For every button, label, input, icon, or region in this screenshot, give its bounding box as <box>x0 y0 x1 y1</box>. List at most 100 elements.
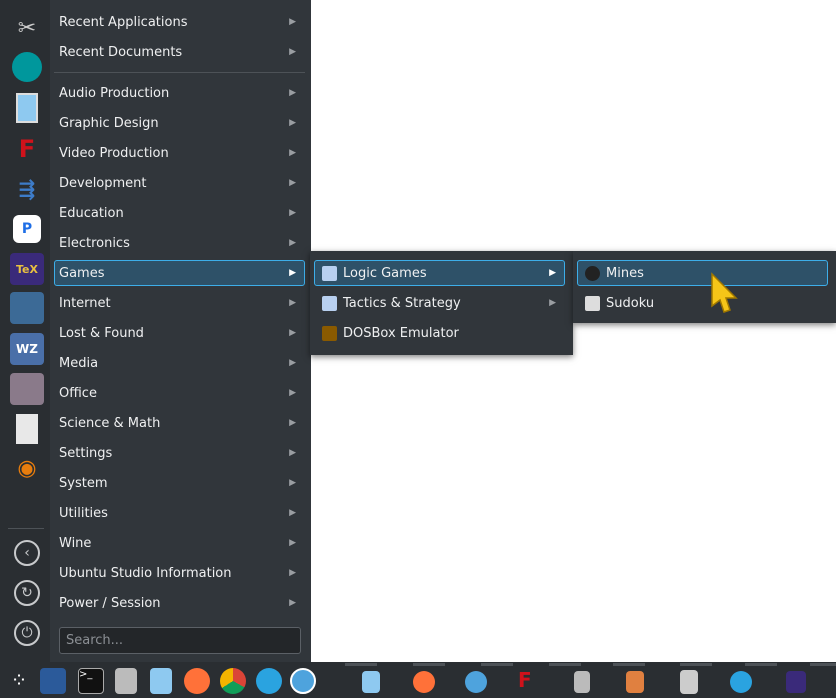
task-file-manager-icon[interactable] <box>362 671 380 693</box>
file-manager-icon[interactable] <box>150 668 172 694</box>
texstudio-icon[interactable]: TeX <box>10 253 44 285</box>
dosbox-icon <box>322 325 337 341</box>
label: Graphic Design <box>59 115 159 131</box>
divider <box>8 528 44 529</box>
label: Logic Games <box>343 265 427 281</box>
chevron-right-icon: ▶ <box>289 598 296 608</box>
system-settings-icon[interactable]: ✂ <box>10 12 44 44</box>
firefox-icon[interactable] <box>184 668 210 694</box>
label: Media <box>59 355 99 371</box>
label: Audio Production <box>59 85 170 101</box>
refresh-icon[interactable]: ↻ <box>14 580 40 606</box>
label: Mines <box>606 265 644 281</box>
menu-item-dosbox[interactable]: DOSBox Emulator <box>314 320 565 346</box>
menu-item-media[interactable]: Media ▶ <box>54 350 305 376</box>
arduino-icon[interactable] <box>12 52 42 82</box>
label: Utilities <box>59 505 108 521</box>
file-manager-icon[interactable] <box>16 93 38 123</box>
menu-item-graphic-design[interactable]: Graphic Design ▶ <box>54 110 305 136</box>
sudoku-icon <box>585 295 600 311</box>
desktop-icon[interactable] <box>40 668 66 694</box>
menu-item-utilities[interactable]: Utilities ▶ <box>54 500 305 526</box>
chevron-right-icon: ▶ <box>549 268 556 278</box>
menu-item-development[interactable]: Development ▶ <box>54 170 305 196</box>
label: Settings <box>59 445 113 461</box>
video-editor-icon[interactable] <box>10 292 44 324</box>
menu-item-audio-production[interactable]: Audio Production ▶ <box>54 80 305 106</box>
task-texstudio-icon[interactable] <box>786 671 806 693</box>
menu-item-logic-games[interactable]: Logic Games ▶ <box>314 260 565 286</box>
menu-item-tactics-strategy[interactable]: Tactics & Strategy ▶ <box>314 290 565 316</box>
label: Lost & Found <box>59 325 144 341</box>
menu-item-wine[interactable]: Wine ▶ <box>54 530 305 556</box>
task-telegram-icon[interactable] <box>730 671 752 693</box>
label: Science & Math <box>59 415 161 431</box>
menu-item-office[interactable]: Office ▶ <box>54 380 305 406</box>
fontforge-icon[interactable]: F <box>10 133 44 165</box>
menu-item-settings[interactable]: Settings ▶ <box>54 440 305 466</box>
screen-recorder-icon[interactable] <box>10 373 44 405</box>
menu-item-mines[interactable]: Mines <box>577 260 828 286</box>
menu-item-science-math[interactable]: Science & Math ▶ <box>54 410 305 436</box>
label: Development <box>59 175 147 191</box>
menu-item-system[interactable]: System ▶ <box>54 470 305 496</box>
menu-item-power-session[interactable]: Power / Session ▶ <box>54 590 305 616</box>
label: Recent Applications <box>59 14 188 30</box>
menu-item-internet[interactable]: Internet ▶ <box>54 290 305 316</box>
menu-item-electronics[interactable]: Electronics ▶ <box>54 230 305 256</box>
text-document-icon[interactable] <box>16 414 38 444</box>
menu-item-sudoku[interactable]: Sudoku <box>577 290 828 316</box>
mine-icon <box>585 265 600 281</box>
task-app-icon[interactable] <box>680 670 698 694</box>
application-menu: Recent Applications ▶ Recent Documents ▶ A… <box>50 0 311 662</box>
menu-item-education[interactable]: Education ▶ <box>54 200 305 226</box>
calculator-icon[interactable] <box>115 668 137 694</box>
app-icon[interactable]: P <box>13 215 41 243</box>
chevron-right-icon: ▶ <box>289 268 296 278</box>
menu-item-lost-found[interactable]: Lost & Found ▶ <box>54 320 305 346</box>
discover-icon[interactable] <box>290 668 316 694</box>
menu-item-video-production[interactable]: Video Production ▶ <box>54 140 305 166</box>
search-input[interactable]: Search... <box>59 627 301 654</box>
label: Electronics <box>59 235 130 251</box>
label: Office <box>59 385 97 401</box>
kdeconnect-icon[interactable]: ⇶ <box>10 173 44 205</box>
chevron-right-icon: ▶ <box>289 418 296 428</box>
menu-item-recent-applications[interactable]: Recent Applications ▶ <box>54 9 305 35</box>
terminal-icon[interactable]: >_ <box>78 668 104 694</box>
chevron-right-icon: ▶ <box>289 88 296 98</box>
menu-item-games[interactable]: Games ▶ <box>54 260 305 286</box>
label: Power / Session <box>59 595 161 611</box>
label: Video Production <box>59 145 169 161</box>
blender-icon[interactable]: ◉ <box>10 452 44 484</box>
label: Wine <box>59 535 92 551</box>
label: Education <box>59 205 124 221</box>
power-icon[interactable]: ⏻ <box>14 620 40 646</box>
chevron-right-icon: ▶ <box>289 568 296 578</box>
task-impress-icon[interactable] <box>626 671 644 693</box>
cards-icon <box>322 265 337 281</box>
chevron-right-icon: ▶ <box>289 478 296 488</box>
menu-item-ubuntu-studio-information[interactable]: Ubuntu Studio Information ▶ <box>54 560 305 586</box>
label: Tactics & Strategy <box>343 295 461 311</box>
task-firefox-icon[interactable] <box>413 671 435 693</box>
label: System <box>59 475 108 491</box>
favorites-sidebar: ✂ F ⇶ P TeX WZ ◉ ‹ ↻ ⏻ <box>0 0 52 662</box>
menu-item-recent-documents[interactable]: Recent Documents ▶ <box>54 39 305 65</box>
label: Internet <box>59 295 111 311</box>
back-icon[interactable]: ‹ <box>14 540 40 566</box>
telegram-icon[interactable] <box>256 668 282 694</box>
task-fontforge-icon[interactable]: F <box>518 668 544 694</box>
label: DOSBox Emulator <box>343 325 459 341</box>
app-launcher-icon[interactable]: ⁘ <box>6 668 32 694</box>
task-calculator-icon[interactable] <box>574 671 590 693</box>
chevron-right-icon: ▶ <box>549 298 556 308</box>
chevron-right-icon: ▶ <box>289 178 296 188</box>
chevron-right-icon: ▶ <box>289 208 296 218</box>
label: Games <box>59 265 105 281</box>
chevron-right-icon: ▶ <box>289 358 296 368</box>
chrome-icon[interactable] <box>220 668 246 694</box>
webcamoid-icon[interactable]: WZ <box>10 333 44 365</box>
task-discover-icon[interactable] <box>465 671 487 693</box>
chevron-right-icon: ▶ <box>289 118 296 128</box>
